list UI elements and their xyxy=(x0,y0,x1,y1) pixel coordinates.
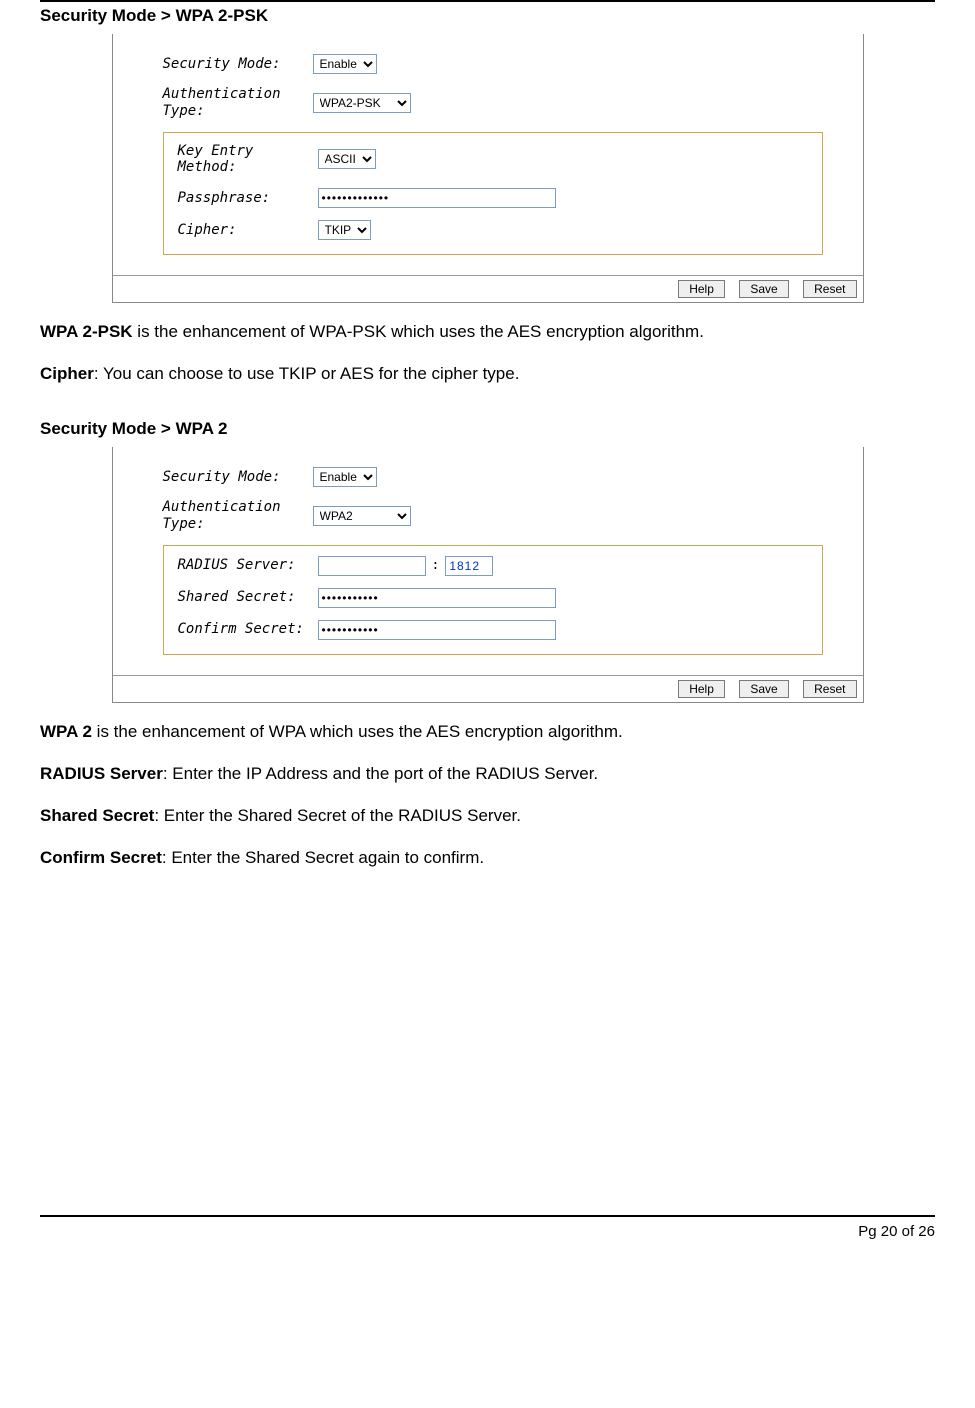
security-mode-select[interactable]: Enable xyxy=(313,54,377,74)
passphrase-input[interactable] xyxy=(318,188,556,208)
cipher-select[interactable]: TKIP xyxy=(318,220,371,240)
term-wpa2psk: WPA 2-PSK xyxy=(40,322,133,341)
confirm-secret-input[interactable] xyxy=(318,620,556,640)
term-radius: RADIUS Server xyxy=(40,764,163,783)
section-heading-wpa2: Security Mode > WPA 2 xyxy=(40,419,935,439)
radius-separator: : xyxy=(432,558,440,573)
radius-port-input[interactable] xyxy=(445,556,493,576)
security-mode-label: Security Mode: xyxy=(163,56,313,73)
desc-shared-secret: Shared Secret: Enter the Shared Secret o… xyxy=(40,799,935,833)
auth-type-select[interactable]: WPA2 xyxy=(313,506,411,526)
passphrase-label: Passphrase: xyxy=(178,190,318,207)
auth-type-select[interactable]: WPA2-PSK xyxy=(313,93,411,113)
save-button[interactable]: Save xyxy=(739,280,788,298)
shared-secret-label: Shared Secret: xyxy=(178,589,318,606)
term-cipher: Cipher xyxy=(40,364,94,383)
section-heading-wpa2psk: Security Mode > WPA 2-PSK xyxy=(40,6,935,26)
confirm-secret-label: Confirm Secret: xyxy=(178,621,318,638)
help-button[interactable]: Help xyxy=(678,680,725,698)
config-panel-wpa2: Security Mode: Enable Authentication Typ… xyxy=(112,447,864,703)
cipher-label: Cipher: xyxy=(178,222,318,239)
security-mode-select[interactable]: Enable xyxy=(313,467,377,487)
term-confirm-secret: Confirm Secret xyxy=(40,848,162,867)
auth-type-label: Authentication Type: xyxy=(163,86,313,120)
radius-ip-input[interactable] xyxy=(318,556,426,576)
shared-secret-input[interactable] xyxy=(318,588,556,608)
radius-settings-group: RADIUS Server: : Shared Secret: Confirm … xyxy=(163,545,823,655)
desc-wpa2psk: WPA 2-PSK is the enhancement of WPA-PSK … xyxy=(40,315,935,349)
button-bar: Help Save Reset xyxy=(113,275,863,302)
desc-confirm-secret: Confirm Secret: Enter the Shared Secret … xyxy=(40,841,935,875)
page-footer: Pg 20 of 26 xyxy=(40,1215,935,1260)
config-panel-wpa2psk: Security Mode: Enable Authentication Typ… xyxy=(112,34,864,303)
key-entry-select[interactable]: ASCII xyxy=(318,149,376,169)
desc-wpa2: WPA 2 is the enhancement of WPA which us… xyxy=(40,715,935,749)
page-number: Pg 20 of 26 xyxy=(858,1223,935,1240)
term-shared-secret: Shared Secret xyxy=(40,806,154,825)
reset-button[interactable]: Reset xyxy=(803,680,856,698)
radius-server-label: RADIUS Server: xyxy=(178,557,318,574)
help-button[interactable]: Help xyxy=(678,280,725,298)
auth-type-label: Authentication Type: xyxy=(163,499,313,533)
desc-cipher: Cipher: You can choose to use TKIP or AE… xyxy=(40,357,935,391)
save-button[interactable]: Save xyxy=(739,680,788,698)
reset-button[interactable]: Reset xyxy=(803,280,856,298)
key-settings-group: Key Entry Method: ASCII Passphrase: Ciph… xyxy=(163,132,823,256)
key-entry-label: Key Entry Method: xyxy=(178,143,318,177)
desc-radius: RADIUS Server: Enter the IP Address and … xyxy=(40,757,935,791)
security-mode-label: Security Mode: xyxy=(163,469,313,486)
button-bar: Help Save Reset xyxy=(113,675,863,702)
term-wpa2: WPA 2 xyxy=(40,722,92,741)
